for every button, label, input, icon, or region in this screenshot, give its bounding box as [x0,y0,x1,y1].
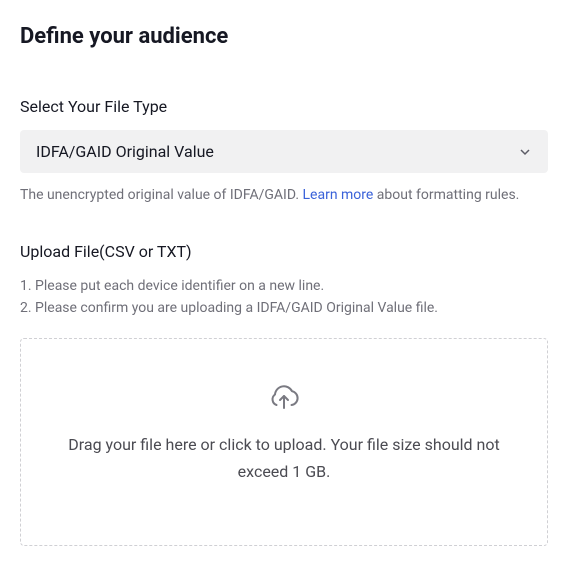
file-dropzone[interactable]: Drag your file here or click to upload. … [20,338,548,546]
instruction-line-2: 2. Please confirm you are uploading a ID… [20,297,548,319]
file-type-selected-value: IDFA/GAID Original Value [36,142,214,161]
file-type-label: Select Your File Type [20,97,548,116]
page-title: Define your audience [20,24,548,49]
file-type-helper: The unencrypted original value of IDFA/G… [20,185,548,206]
learn-more-link[interactable]: Learn more [303,187,374,203]
helper-text-pre: The unencrypted original value of IDFA/G… [20,187,303,203]
helper-text-post: about formatting rules. [373,187,519,203]
dropzone-text: Drag your file here or click to upload. … [51,431,517,485]
upload-file-label: Upload File(CSV or TXT) [20,242,548,261]
chevron-down-icon [518,145,532,159]
cloud-upload-icon [51,383,517,415]
upload-instructions: 1. Please put each device identifier on … [20,275,548,320]
instruction-line-1: 1. Please put each device identifier on … [20,275,548,297]
file-type-select[interactable]: IDFA/GAID Original Value [20,130,548,173]
